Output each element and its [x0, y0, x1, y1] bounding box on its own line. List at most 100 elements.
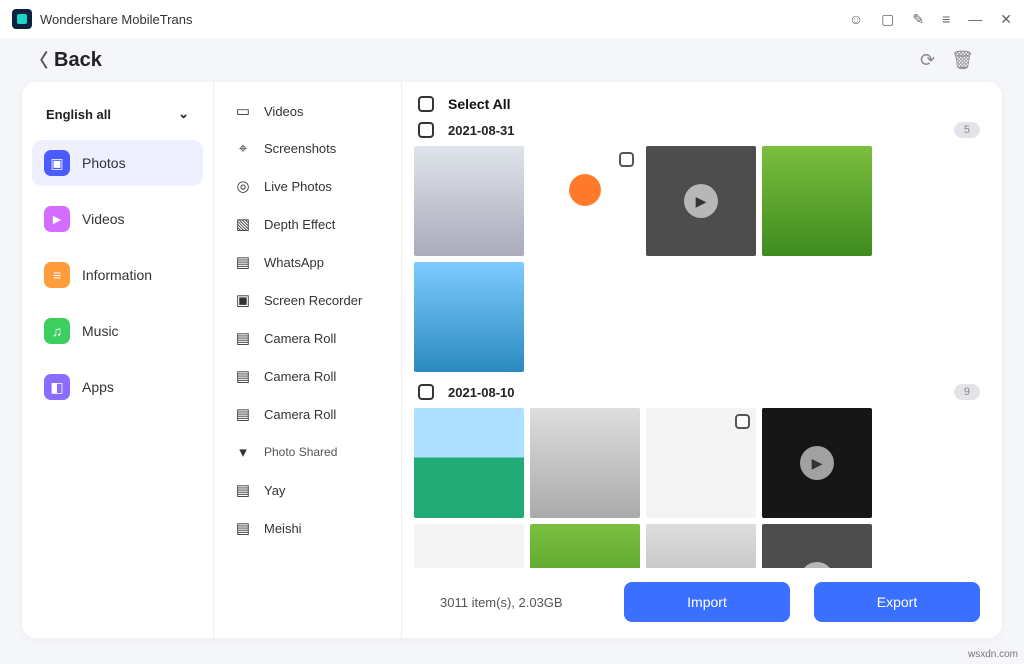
back-row: 〈 Back ⟳ 🗑 — [0, 38, 1024, 82]
photo-thumbnail[interactable] — [414, 262, 524, 372]
album-label: Meishi — [264, 521, 302, 536]
category-music[interactable]: ♫ Music — [32, 308, 203, 354]
export-button[interactable]: Export — [814, 582, 980, 622]
album-item[interactable]: ▤ Camera Roll — [218, 357, 397, 395]
thumb-checkbox[interactable] — [735, 414, 750, 429]
user-icon[interactable]: ☺ — [849, 11, 863, 27]
videos-icon: ► — [44, 206, 70, 232]
photo-thumbnail[interactable] — [414, 146, 524, 256]
music-icon: ♫ — [44, 318, 70, 344]
album-label: Yay — [264, 483, 285, 498]
photo-thumbnail[interactable] — [646, 524, 756, 568]
select-all-label: Select All — [448, 96, 511, 112]
photo-thumbnail[interactable] — [530, 408, 640, 518]
play-icon: ▶ — [684, 184, 718, 218]
select-all-checkbox[interactable] — [418, 96, 434, 112]
watermark: wsxdn.com — [968, 649, 1018, 660]
category-videos[interactable]: ► Videos — [32, 196, 203, 242]
group-checkbox[interactable] — [418, 384, 434, 400]
album-label: Camera Roll — [264, 369, 336, 384]
import-button[interactable]: Import — [624, 582, 790, 622]
album-item[interactable]: ▤ Yay — [218, 471, 397, 509]
category-apps[interactable]: ◧ Apps — [32, 364, 203, 410]
album-icon: ▤ — [234, 481, 252, 499]
album-item[interactable]: ▧Depth Effect — [218, 205, 397, 243]
group-checkbox[interactable] — [418, 122, 434, 138]
album-icon: ▤ — [234, 367, 252, 385]
album-label: Camera Roll — [264, 407, 336, 422]
album-icon: ▾ — [234, 443, 252, 461]
thumb-checkbox[interactable] — [619, 152, 634, 167]
trash-icon[interactable]: 🗑 — [951, 50, 974, 71]
refresh-icon[interactable]: ⟳ — [920, 50, 935, 71]
close-icon[interactable]: ✕ — [1000, 11, 1012, 28]
language-label: English all — [46, 107, 111, 122]
album-item[interactable]: ▣ Screen Recorder — [218, 281, 397, 319]
category-label: Music — [82, 323, 119, 339]
apps-icon: ◧ — [44, 374, 70, 400]
group-date: 2021-08-31 — [448, 123, 940, 138]
date-group-header: 2021-08-109 — [414, 378, 984, 404]
category-label: Information — [82, 267, 152, 283]
album-icon: ◎ — [234, 177, 252, 195]
category-sidebar: English all ⌄ ▣Photos ► Videos ≡ Information… — [22, 82, 214, 638]
album-item[interactable]: ⌖Screenshots — [218, 130, 397, 167]
video-overlay: ▶ — [762, 524, 872, 568]
photo-thumbnail[interactable] — [414, 524, 524, 568]
album-label: Videos — [264, 104, 304, 119]
video-overlay: ▶ — [646, 146, 756, 256]
album-item[interactable]: ▤Camera Roll — [218, 395, 397, 433]
back-label: Back — [54, 49, 102, 72]
photo-thumbnail[interactable] — [530, 524, 640, 568]
minimize-icon[interactable]: — — [968, 11, 982, 27]
album-icon: ▣ — [234, 291, 252, 309]
album-item[interactable]: ▤ Meishi — [218, 509, 397, 547]
date-group-header: 2021-08-315 — [414, 116, 984, 142]
view-actions: ⟳ 🗑 — [920, 50, 974, 71]
album-icon: ▤ — [234, 329, 252, 347]
album-label: Live Photos — [264, 179, 332, 194]
group-date: 2021-08-10 — [448, 385, 940, 400]
album-item[interactable]: ▭Videos — [218, 92, 397, 130]
category-label: Apps — [82, 379, 114, 395]
album-item[interactable]: ▾ Photo Shared — [218, 433, 397, 471]
back-button[interactable]: 〈 Back — [30, 47, 920, 73]
menu-icon[interactable]: ≡ — [942, 11, 950, 27]
category-label: Videos — [82, 211, 125, 227]
album-label: Photo Shared — [264, 445, 337, 459]
feedback-icon[interactable]: ▢ — [881, 11, 894, 28]
edit-icon[interactable]: ✎ — [912, 11, 924, 28]
photo-scroll[interactable]: Select All 2021-08-315▶2021-08-109▶▶2021… — [414, 92, 984, 568]
main-panel: English all ⌄ ▣Photos ► Videos ≡ Information… — [22, 82, 1002, 638]
album-item[interactable]: ▤WhatsApp — [218, 243, 397, 281]
photo-thumbnail[interactable] — [762, 146, 872, 256]
photo-thumbnail[interactable]: ▶ — [762, 524, 872, 568]
photos-icon: ▣ — [44, 150, 70, 176]
album-item[interactable]: ▤ Camera Roll — [218, 319, 397, 357]
photo-thumbnail[interactable] — [646, 408, 756, 518]
chevron-left-icon: 〈 — [30, 47, 48, 73]
content-area: Select All 2021-08-315▶2021-08-109▶▶2021… — [402, 82, 1002, 638]
album-list: ▭Videos⌖Screenshots ◎ Live Photos ▧Depth Ef… — [214, 82, 402, 638]
photo-thumbnail[interactable]: ▶ — [646, 146, 756, 256]
thumbnail-row: ▶▶ — [414, 404, 984, 568]
thumbnail-row: ▶ — [414, 142, 984, 378]
play-icon: ▶ — [800, 446, 834, 480]
album-icon: ▤ — [234, 519, 252, 537]
photo-thumbnail[interactable]: ▶ — [762, 408, 872, 518]
select-all-row: Select All — [414, 92, 984, 116]
album-label: Depth Effect — [264, 217, 335, 232]
information-icon: ≡ — [44, 262, 70, 288]
category-information[interactable]: ≡ Information — [32, 252, 203, 298]
album-label: Screenshots — [264, 141, 336, 156]
album-label: Screen Recorder — [264, 293, 362, 308]
photo-thumbnail[interactable] — [530, 146, 640, 256]
language-selector[interactable]: English all ⌄ — [32, 96, 203, 132]
album-label: Camera Roll — [264, 331, 336, 346]
photo-thumbnail[interactable] — [414, 408, 524, 518]
album-item[interactable]: ◎ Live Photos — [218, 167, 397, 205]
titlebar: Wondershare MobileTrans ☺ ▢ ✎ ≡ — ✕ — [0, 0, 1024, 38]
video-overlay: ▶ — [762, 408, 872, 518]
category-photos[interactable]: ▣Photos — [32, 140, 203, 186]
item-count: 3011 item(s), 2.03GB — [440, 595, 600, 610]
